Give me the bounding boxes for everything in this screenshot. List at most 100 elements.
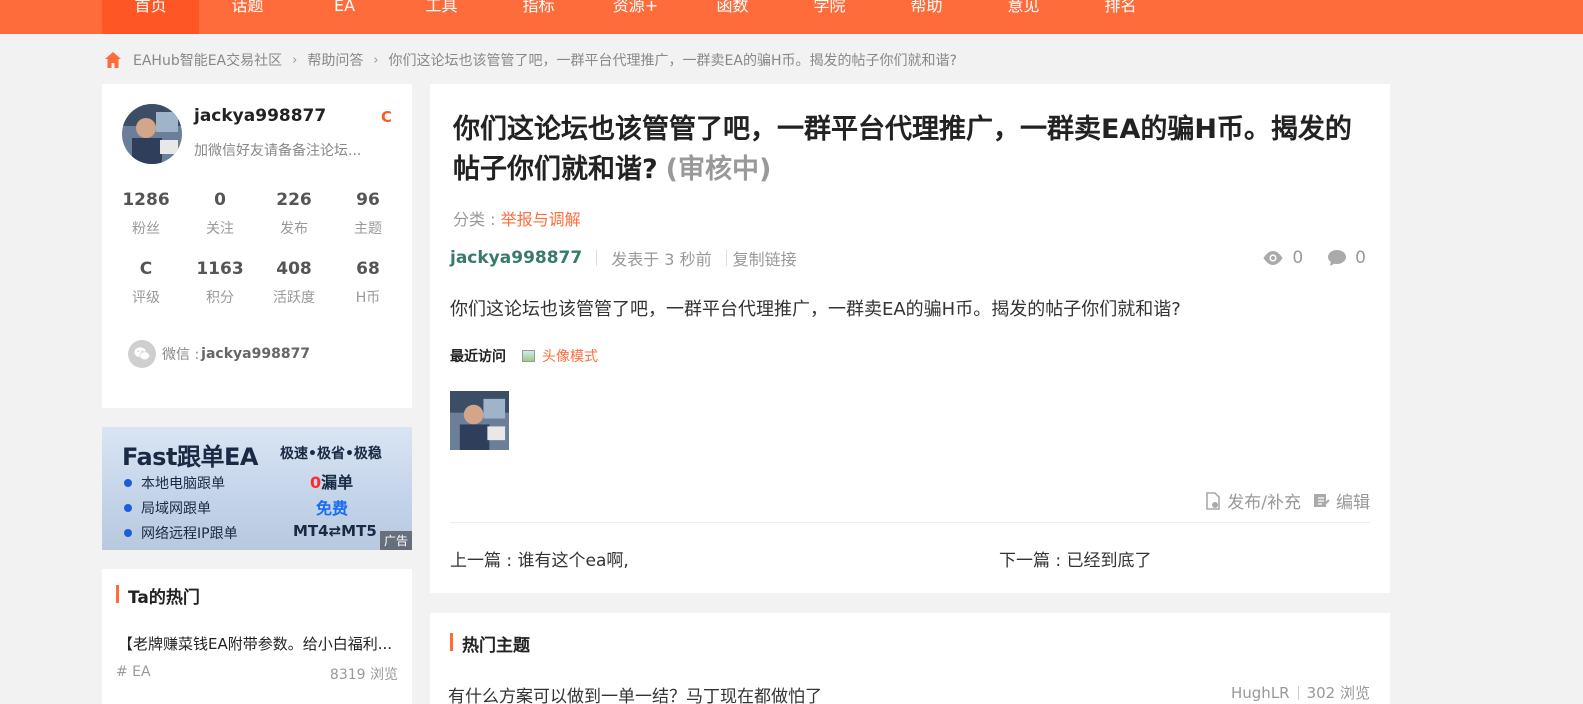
section-title: 热门主题 — [450, 631, 530, 656]
stat-label: 主题 — [354, 221, 382, 237]
ad-feature: 本地电脑跟单 — [124, 473, 225, 493]
divider — [450, 522, 1370, 523]
post-title-text: 你们这论坛也该管管了吧，一群平台代理推广，一群卖EA的骗H币。揭发的帖子你们就和… — [453, 114, 1352, 185]
bullet-icon — [124, 479, 132, 487]
stat-label: 发布 — [280, 221, 308, 237]
hot-item-tag[interactable]: # EA — [116, 664, 151, 680]
bullet-icon — [124, 504, 132, 512]
category-label: 分类 : — [453, 210, 496, 229]
nav-item-tools[interactable]: 工具 — [393, 0, 490, 34]
home-icon[interactable] — [103, 50, 123, 70]
comment-count-value: 0 — [1355, 248, 1366, 268]
ad-banner[interactable]: Fast跟单EA 极速•极省•极稳 本地电脑跟单 局域网跟单 网络远程IP跟单 … — [102, 427, 412, 550]
view-count-value: 0 — [1292, 248, 1304, 268]
stat-rating: C 评级 — [109, 257, 183, 326]
breadcrumb-section[interactable]: 帮助问答 — [307, 50, 363, 70]
hot-topic-author[interactable]: HughLR — [1231, 684, 1290, 702]
breadcrumb-home[interactable]: EAHub智能EA交易社区 — [133, 50, 282, 70]
post-meta: jackya998877 发表于 3 秒前 复制链接 — [450, 246, 797, 270]
publish-supplement-button[interactable]: 发布/补充 — [1205, 488, 1301, 513]
post-body: 你们这论坛也该管管了吧，一群平台代理推广，一群卖EA的骗H币。揭发的帖子你们就和… — [450, 299, 1181, 320]
stat-value: 408 — [276, 259, 312, 279]
stat-followers[interactable]: 1286 粉丝 — [109, 188, 183, 257]
category-link[interactable]: 举报与调解 — [501, 210, 581, 229]
recent-visitors-label: 最近访问 — [450, 349, 506, 365]
post-counts: 0 0 — [1238, 248, 1366, 268]
stat-value: 0 — [214, 190, 226, 210]
chevron-right-icon: › — [292, 52, 298, 68]
stat-value: 226 — [276, 190, 312, 210]
nav-item-home[interactable]: 首页 — [102, 0, 199, 34]
post-time: 发表于 3 秒前 — [611, 250, 712, 269]
ad-feature: 网络远程IP跟单 — [124, 523, 238, 543]
stat-topics[interactable]: 96 主题 — [331, 188, 405, 257]
visitor-avatar[interactable] — [450, 391, 509, 450]
wechat-icon — [128, 340, 156, 368]
section-title: Ta的热门 — [116, 583, 200, 608]
divider — [596, 250, 598, 266]
hot-item-title[interactable]: 【老牌赚菜钱EA附带参数。给小白福利... — [118, 633, 398, 654]
ad-highlight-1: 0漏单 — [310, 469, 353, 493]
stat-value: 96 — [356, 190, 380, 210]
image-icon — [522, 350, 535, 362]
ad-highlight-2: 免费 — [316, 499, 349, 518]
edit-button[interactable]: 编辑 — [1313, 488, 1370, 513]
nav-item-resources[interactable]: 资源+ — [587, 0, 684, 34]
stat-value: 68 — [356, 259, 380, 279]
review-status: (审核中) — [665, 154, 772, 185]
stat-label: 粉丝 — [132, 221, 160, 237]
stat-value: C — [139, 259, 153, 279]
nav-item-feedback[interactable]: 意见 — [975, 0, 1072, 34]
hot-topic-meta: HughLR 302 浏览 — [1231, 682, 1370, 703]
comment-count[interactable]: 0 — [1327, 248, 1366, 268]
document-add-icon — [1206, 491, 1221, 510]
wechat-contact: 微信 : jackya998877 — [128, 340, 310, 368]
nav-item-help[interactable]: 帮助 — [878, 0, 975, 34]
hot-topic-title[interactable]: 有什么方案可以做到一单一结？马丁现在都做怕了 — [448, 682, 822, 704]
stat-value: 1286 — [122, 190, 170, 210]
ad-feature: 局域网跟单 — [124, 498, 211, 518]
avatar-mode-toggle[interactable]: 头像模式 — [522, 346, 598, 366]
stat-label: H币 — [355, 290, 381, 306]
stats-row: 1286 粉丝 0 关注 226 发布 96 主题 — [102, 188, 412, 257]
nav-item-academy[interactable]: 学院 — [781, 0, 878, 34]
nav-item-indicators[interactable]: 指标 — [490, 0, 587, 34]
edit-icon — [1314, 494, 1330, 507]
nav-item-topics[interactable]: 话题 — [199, 0, 296, 34]
view-count: 0 — [1262, 248, 1303, 268]
stat-label: 关注 — [206, 221, 234, 237]
stat-posts[interactable]: 226 发布 — [257, 188, 331, 257]
ad-feature-text: 网络远程IP跟单 — [141, 526, 238, 542]
publish-supplement-label: 发布/补充 — [1227, 493, 1301, 513]
stat-points: 1163 积分 — [183, 257, 257, 326]
top-nav: 首页 话题 EA 工具 指标 资源+ 函数 学院 帮助 意见 排名 — [0, 0, 1583, 34]
stat-hcoin: 68 H币 — [331, 257, 405, 326]
hot-item-views: 8319 浏览 — [329, 667, 398, 683]
post-actions: 发布/补充 编辑 — [1193, 488, 1370, 513]
wechat-id: jackya998877 — [201, 346, 311, 362]
post-title: 你们这论坛也该管管了吧，一群平台代理推广，一群卖EA的骗H币。揭发的帖子你们就和… — [453, 110, 1368, 190]
prev-post-link[interactable]: 上一篇 : 谁有这个ea啊, — [450, 546, 629, 571]
ad-highlight-3: MT4⇄MT5 — [293, 522, 377, 540]
post-author[interactable]: jackya998877 — [450, 248, 582, 268]
next-post-link[interactable]: 下一篇 : 已经到底了 — [999, 546, 1152, 571]
bullet-icon — [124, 529, 132, 537]
eye-icon — [1263, 251, 1283, 265]
ad-feature-text: 本地电脑跟单 — [141, 476, 225, 492]
comment-icon — [1328, 250, 1347, 266]
copy-link-button[interactable]: 复制链接 — [733, 246, 797, 270]
stat-following[interactable]: 0 关注 — [183, 188, 257, 257]
avatar[interactable] — [122, 104, 182, 164]
user-stats: 1286 粉丝 0 关注 226 发布 96 主题 C 评级 1163 积分 408 活跃度 … — [102, 188, 412, 326]
nav-item-ranking[interactable]: 排名 — [1072, 0, 1169, 34]
nav-menu: 首页 话题 EA 工具 指标 资源+ 函数 学院 帮助 意见 排名 — [102, 0, 1169, 34]
author-hot-panel: Ta的热门 【老牌赚菜钱EA附带参数。给小白福利... # EA 8319 浏览 — [102, 569, 412, 704]
edit-label: 编辑 — [1336, 493, 1370, 513]
ad-highlight-text: 漏单 — [321, 473, 354, 492]
nav-item-ea[interactable]: EA — [296, 0, 393, 34]
post-card: 你们这论坛也该管管了吧，一群平台代理推广，一群卖EA的骗H币。揭发的帖子你们就和… — [430, 84, 1390, 593]
chevron-right-icon: › — [373, 52, 379, 68]
nav-item-functions[interactable]: 函数 — [684, 0, 781, 34]
username[interactable]: jackya998877 — [194, 106, 326, 126]
divider — [1297, 685, 1299, 700]
